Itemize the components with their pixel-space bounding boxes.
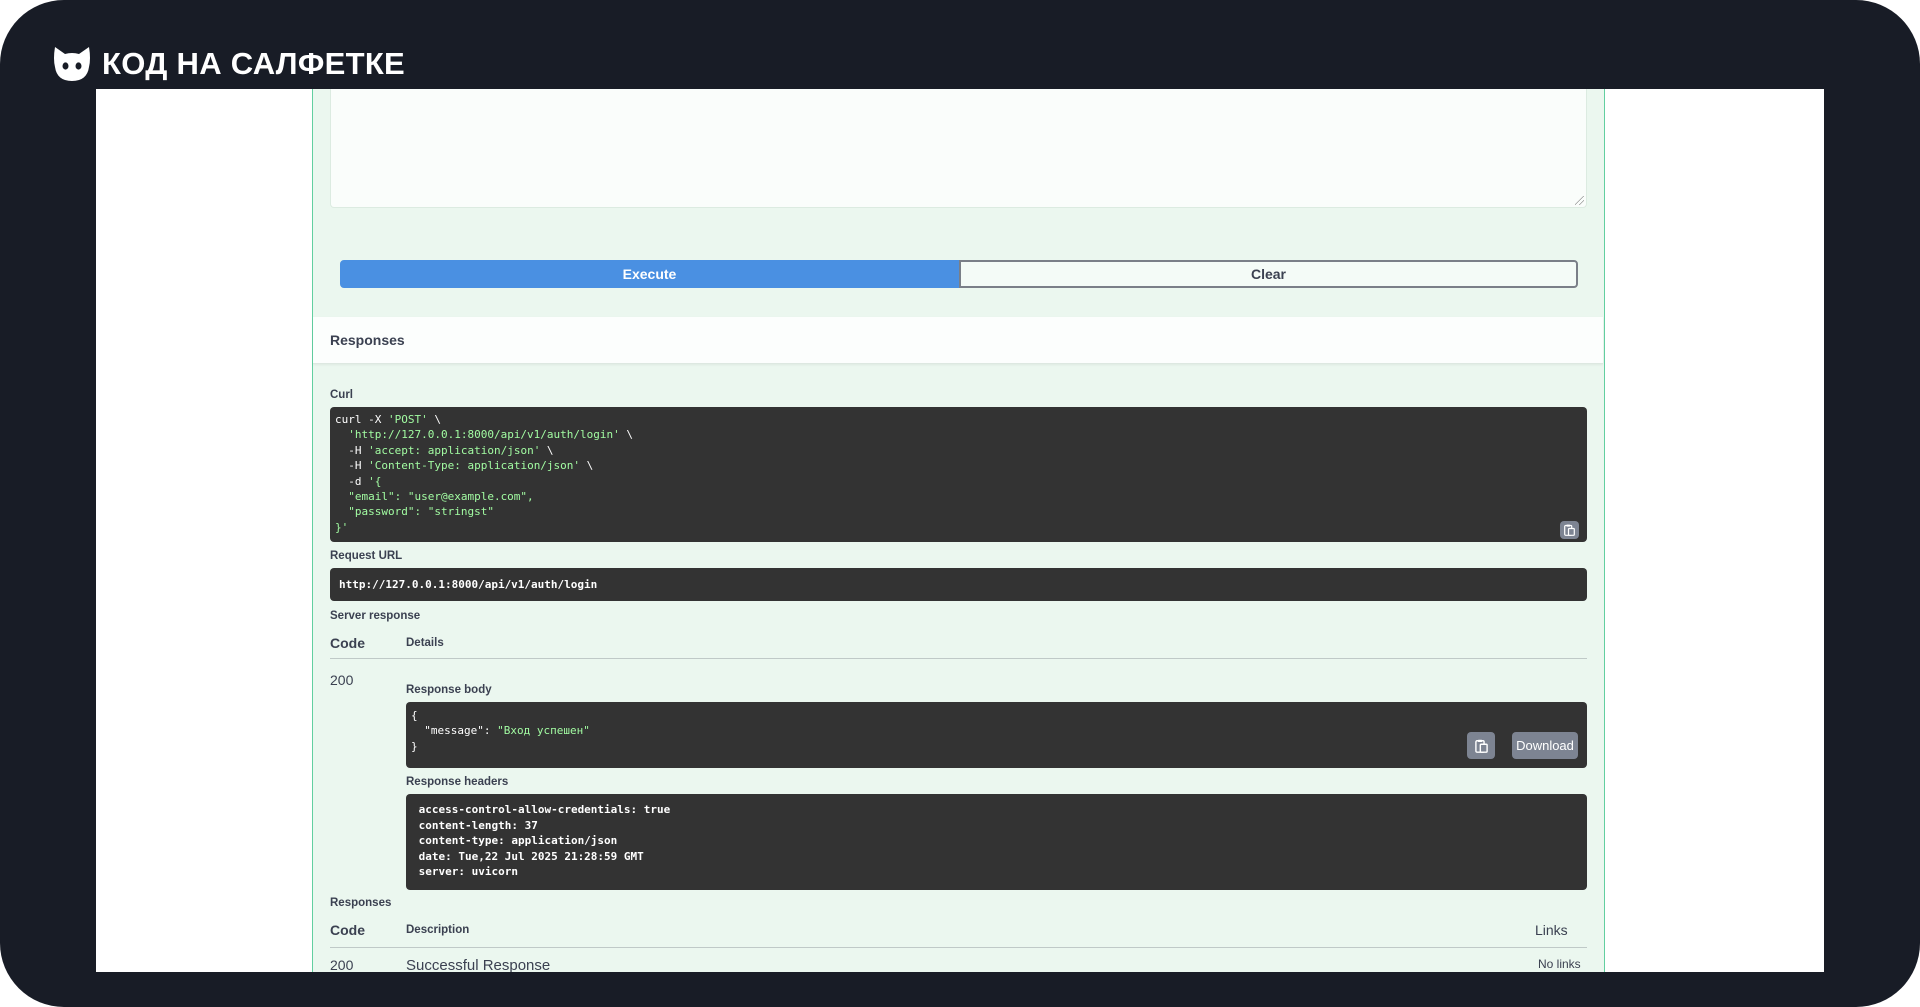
response-body-json: { "message": "Вход успешен" } [411,708,590,754]
header-line: date: Tue,22 Jul 2025 21:28:59 GMT [412,849,651,863]
curl-token: curl -X [335,413,388,426]
curl-line: }' [335,521,348,534]
copy-curl-button[interactable] [1560,521,1579,539]
screenshot-frame: КОД НА САЛФЕТКЕ Execute Clear Responses … [0,0,1920,1007]
cat-head-icon [54,47,90,81]
server-response-table-header: Code Details [330,627,1587,659]
clear-button[interactable]: Clear [959,260,1578,288]
curl-string: 'POST' [387,413,428,426]
json-token: { [411,709,418,722]
curl-string: 'http://127.0.0.1:8000/api/v1/auth/login… [348,428,620,442]
responses-header: Responses [313,317,1603,364]
execute-clear-group: Execute Clear [340,260,1578,288]
curl-string: "email": "user@example.com", [335,490,534,504]
response-status-code: 200 [330,672,354,688]
table-row: 200 Successful Response No links [330,957,1587,972]
response-headers-block: access-control-allow-credentials: true c… [406,794,1587,890]
curl-line: "password": "stringst" [335,505,494,518]
curl-line: "email": "user@example.com", [335,490,534,504]
brand: КОД НА САЛФЕТКЕ [52,44,405,84]
curl-token: -H [335,443,369,457]
execute-button[interactable]: Execute [340,260,959,288]
col-code: Code [330,922,365,938]
curl-line: curl -X 'POST' \ [335,413,441,426]
json-key: "message": [424,724,498,738]
response-body-label: Response body [406,684,492,696]
curl-string: }' [335,520,349,534]
col-links: Links [1535,922,1568,938]
row-description: Successful Response [406,957,551,972]
json-string: "Вход успешен" [497,724,590,738]
curl-token: \ [619,428,634,442]
download-button[interactable]: Download [1512,732,1578,759]
curl-token: \ [580,459,594,473]
col-description: Description [406,924,470,936]
response-body-block[interactable]: { "message": "Вход успешен" } Download [406,702,1587,768]
json-line: "message": "Вход успешен" [411,724,590,737]
request-url-label: Request URL [330,550,403,562]
server-response-label: Server response [330,610,421,622]
operation-block-post-login: Execute Clear Responses Curl curl -X 'PO… [312,89,1605,972]
responses-table-label: Responses [330,897,392,909]
response-headers-label: Response headers [406,776,509,788]
curl-command: curl -X 'POST' \ 'http://127.0.0.1:8000/… [335,412,633,535]
col-details: Details [406,637,444,649]
curl-code-block[interactable]: curl -X 'POST' \ 'http://127.0.0.1:8000/… [330,407,1587,542]
brand-name: КОД НА САЛФЕТКЕ [102,46,406,81]
curl-token: -H [335,459,369,473]
header-line: access-control-allow-credentials: true [412,803,677,816]
request-body-textarea[interactable] [330,89,1587,208]
curl-line: 'http://127.0.0.1:8000/api/v1/auth/login… [335,428,633,441]
header-line: content-length: 37 [412,818,545,832]
curl-token: \ [540,443,554,457]
clipboard-copy-icon [1564,524,1575,536]
responses-table-header: Code Description Links [330,914,1587,948]
curl-string: '{ [368,474,382,488]
curl-string: 'Content-Type: application/json' [368,459,581,473]
resize-handle[interactable] [1575,196,1584,205]
row-code: 200 [330,957,354,972]
row-links: No links [1538,957,1581,971]
response-headers-list: access-control-allow-credentials: true c… [412,802,677,880]
curl-token [335,428,348,441]
clipboard-copy-icon [1474,739,1488,753]
json-token: } [411,739,418,753]
request-url-value: http://127.0.0.1:8000/api/v1/auth/login [339,578,598,591]
curl-line: -H 'Content-Type: application/json' \ [335,459,593,472]
responses-title: Responses [330,332,405,348]
json-line: { [411,709,418,722]
curl-label: Curl [330,389,353,401]
curl-token: \ [427,413,441,426]
header-line: content-type: application/json [412,834,624,847]
curl-line: -H 'accept: application/json' \ [335,443,554,457]
curl-string: "password": "stringst" [335,505,494,519]
curl-token: -d [335,474,369,488]
curl-line: -d '{ [335,475,381,488]
browser-viewport: Execute Clear Responses Curl curl -X 'PO… [96,89,1824,972]
json-line: } [411,740,418,753]
request-url-block: http://127.0.0.1:8000/api/v1/auth/login [330,568,1587,601]
copy-response-button[interactable] [1467,732,1495,759]
col-code: Code [330,635,365,651]
curl-string: 'accept: application/json' [368,443,541,457]
header-line: server: uvicorn [412,865,525,878]
